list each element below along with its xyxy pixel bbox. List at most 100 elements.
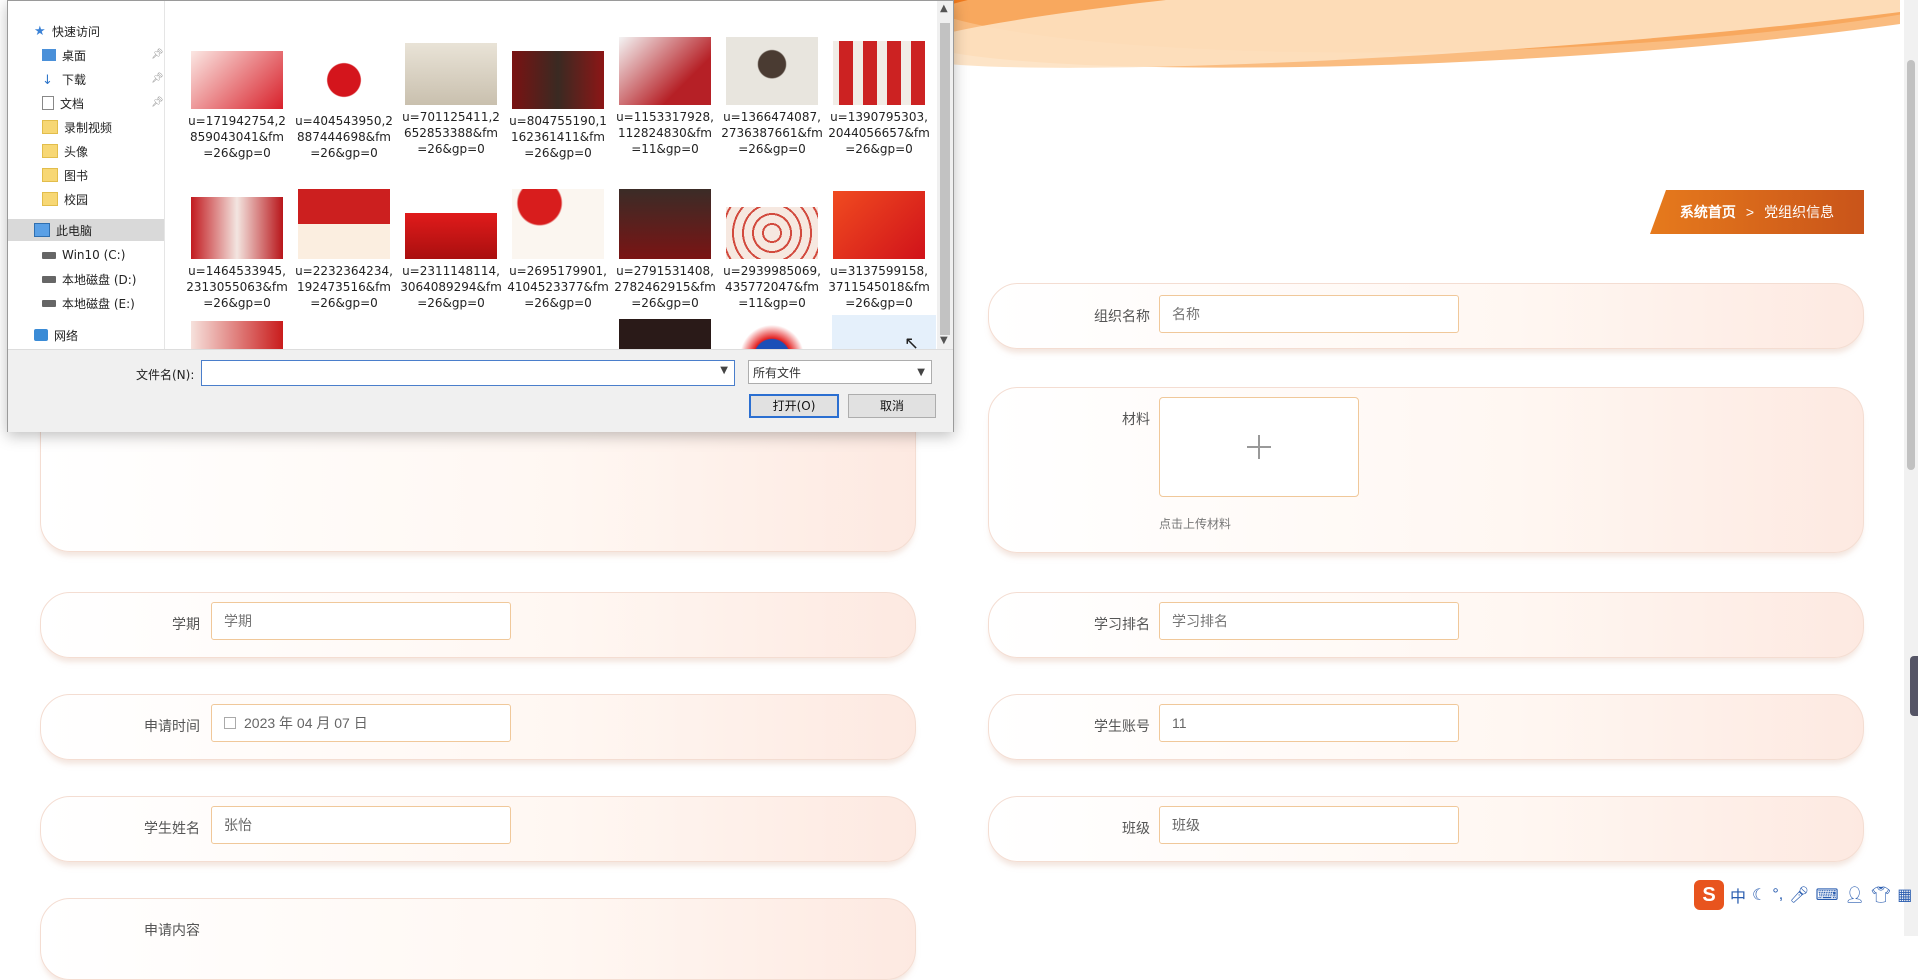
- file-open-dialog: ★ 快速访问 桌面 📌︎ ↓ 下载 📌︎ 文档 📌︎ 录制视频 头像 图书 校园 此…: [7, 0, 954, 432]
- desktop-icon: [42, 49, 56, 61]
- page-scroll-thumb[interactable]: [1907, 60, 1915, 470]
- dialog-scroll-thumb[interactable]: [940, 23, 950, 335]
- filename-label: 文件名(N):: [136, 368, 195, 382]
- file-item[interactable]: u=2232364234,192473516&fm=26&gp=0: [293, 189, 395, 311]
- file-item[interactable]: u=1390795303,2044056657&fm=26&gp=0: [828, 41, 930, 157]
- file-item[interactable]: u=1464533945,2313055063&fm=26&gp=0: [186, 197, 288, 311]
- material-hint: 点击上传材料: [1159, 517, 1232, 531]
- image-thumbnail: [619, 189, 711, 259]
- file-item-selected[interactable]: [832, 315, 936, 349]
- nav-network[interactable]: 网络: [34, 324, 78, 346]
- file-item[interactable]: u=1153317928,112824830&fm=11&gp=0: [614, 37, 716, 157]
- nav-drive-c[interactable]: Win10 (C:): [42, 244, 125, 266]
- plus-icon: [1247, 435, 1271, 459]
- skin-icon[interactable]: 👕︎: [1871, 885, 1891, 905]
- moon-icon[interactable]: ☾: [1752, 885, 1766, 905]
- nav-campus[interactable]: 校园: [42, 188, 88, 210]
- image-thumbnail: [512, 51, 604, 109]
- dialog-scrollbar[interactable]: ▲ ▼: [937, 1, 953, 349]
- folder-icon: [42, 144, 58, 158]
- calendar-icon: [224, 717, 236, 729]
- page-scrollbar[interactable]: [1904, 0, 1918, 936]
- class-input[interactable]: [1159, 806, 1459, 844]
- nav-drive-d[interactable]: 本地磁盘 (D:): [42, 268, 136, 290]
- dialog-footer: 文件名(N): ▼ 所有文件 ▼ 打开(O) 取消: [8, 349, 953, 432]
- image-thumbnail: [833, 41, 925, 105]
- header-banner: [900, 0, 1900, 80]
- breadcrumb-home[interactable]: 系统首页: [1680, 202, 1736, 222]
- student-name-input[interactable]: [211, 806, 511, 844]
- punctuation-icon[interactable]: °,: [1772, 886, 1783, 904]
- image-thumbnail: [298, 51, 390, 109]
- chevron-down-icon[interactable]: ▼: [940, 335, 948, 346]
- filetype-select[interactable]: 所有文件 ▼: [748, 360, 932, 384]
- image-thumbnail: [726, 207, 818, 259]
- drive-icon: [42, 275, 56, 283]
- org-name-label: 组织名称: [1094, 308, 1150, 324]
- nav-desktop[interactable]: 桌面: [42, 44, 86, 66]
- student-account-input[interactable]: [1159, 704, 1459, 742]
- grid-icon[interactable]: ▦: [1897, 885, 1912, 905]
- image-thumbnail: [405, 43, 497, 105]
- image-thumbnail: [405, 213, 497, 259]
- nav-avatars[interactable]: 头像: [42, 140, 88, 162]
- file-item[interactable]: u=3137599158,3711545018&fm=26&gp=0: [828, 191, 930, 311]
- file-item[interactable]: u=171942754,2859043041&fm=26&gp=0: [186, 51, 288, 161]
- nav-documents[interactable]: 文档: [42, 92, 84, 114]
- file-item[interactable]: [186, 321, 288, 349]
- breadcrumb: 系统首页 > 党组织信息: [1650, 190, 1864, 234]
- download-icon: ↓: [42, 73, 53, 88]
- nav-drive-e[interactable]: 本地磁盘 (E:): [42, 292, 135, 314]
- nav-this-pc[interactable]: 此电脑: [8, 219, 164, 241]
- apply-time-input[interactable]: 2023 年 04 月 07 日: [211, 704, 511, 742]
- student-account-label: 学生账号: [1094, 718, 1150, 734]
- nav-downloads[interactable]: ↓ 下载: [42, 68, 86, 90]
- file-item[interactable]: u=804755190,1162361411&fm=26&gp=0: [507, 51, 609, 161]
- document-icon: [42, 96, 54, 110]
- keyboard-icon[interactable]: ⌨︎: [1816, 885, 1839, 905]
- folder-icon: [42, 120, 58, 134]
- file-item[interactable]: [721, 321, 823, 349]
- term-input[interactable]: [211, 602, 511, 640]
- filename-input[interactable]: ▼: [201, 360, 735, 386]
- image-thumbnail: [619, 319, 711, 349]
- class-label: 班级: [1122, 820, 1150, 836]
- nav-recordings[interactable]: 录制视频: [42, 116, 112, 138]
- file-item[interactable]: u=404543950,2887444698&fm=26&gp=0: [293, 51, 395, 161]
- image-thumbnail: [726, 37, 818, 105]
- file-item[interactable]: u=2311148114,3064089294&fm=26&gp=0: [400, 213, 502, 311]
- side-widget[interactable]: [1910, 656, 1918, 716]
- file-item[interactable]: u=701125411,2652853388&fm=26&gp=0: [400, 43, 502, 156]
- apply-time-label: 申请时间: [144, 718, 200, 734]
- ime-mode[interactable]: 中: [1730, 883, 1746, 907]
- pin-icon[interactable]: 📌︎: [151, 49, 164, 60]
- image-thumbnail: [726, 321, 818, 349]
- pin-icon[interactable]: 📌︎: [151, 97, 164, 108]
- file-item[interactable]: u=2695179901,4104523377&fm=26&gp=0: [507, 189, 609, 311]
- computer-icon: [34, 223, 50, 237]
- file-item[interactable]: [614, 319, 716, 349]
- student-name-label: 学生姓名: [144, 820, 200, 836]
- study-rank-input[interactable]: [1159, 602, 1459, 640]
- user-icon[interactable]: 👤︎: [1845, 885, 1865, 905]
- breadcrumb-current: 党组织信息: [1764, 204, 1835, 220]
- file-item[interactable]: u=2791531408,2782462915&fm=26&gp=0: [614, 189, 716, 311]
- nav-books[interactable]: 图书: [42, 164, 88, 186]
- image-thumbnail: [191, 197, 283, 259]
- open-button[interactable]: 打开(O): [749, 394, 839, 418]
- material-upload-box[interactable]: [1159, 397, 1359, 497]
- nav-quick-access[interactable]: ★ 快速访问: [34, 20, 100, 42]
- image-thumbnail: [191, 321, 283, 349]
- pin-icon[interactable]: 📌︎: [151, 73, 164, 84]
- microphone-icon[interactable]: 🎤︎: [1789, 885, 1809, 905]
- chevron-up-icon[interactable]: ▲: [940, 3, 948, 14]
- file-item[interactable]: u=1366474087,2736387661&fm=26&gp=0: [721, 37, 823, 157]
- file-item[interactable]: u=2939985069,435772047&fm=11&gp=0: [721, 207, 823, 311]
- sogou-logo-icon[interactable]: S: [1694, 880, 1724, 910]
- network-icon: [34, 329, 48, 341]
- file-grid: u=171942754,2859043041&fm=26&gp=0 u=4045…: [172, 1, 942, 349]
- chevron-down-icon[interactable]: ▼: [720, 365, 728, 376]
- org-name-input[interactable]: [1159, 295, 1459, 333]
- cancel-button[interactable]: 取消: [848, 394, 936, 418]
- dialog-nav-pane: ★ 快速访问 桌面 📌︎ ↓ 下载 📌︎ 文档 📌︎ 录制视频 头像 图书 校园 此…: [8, 1, 165, 349]
